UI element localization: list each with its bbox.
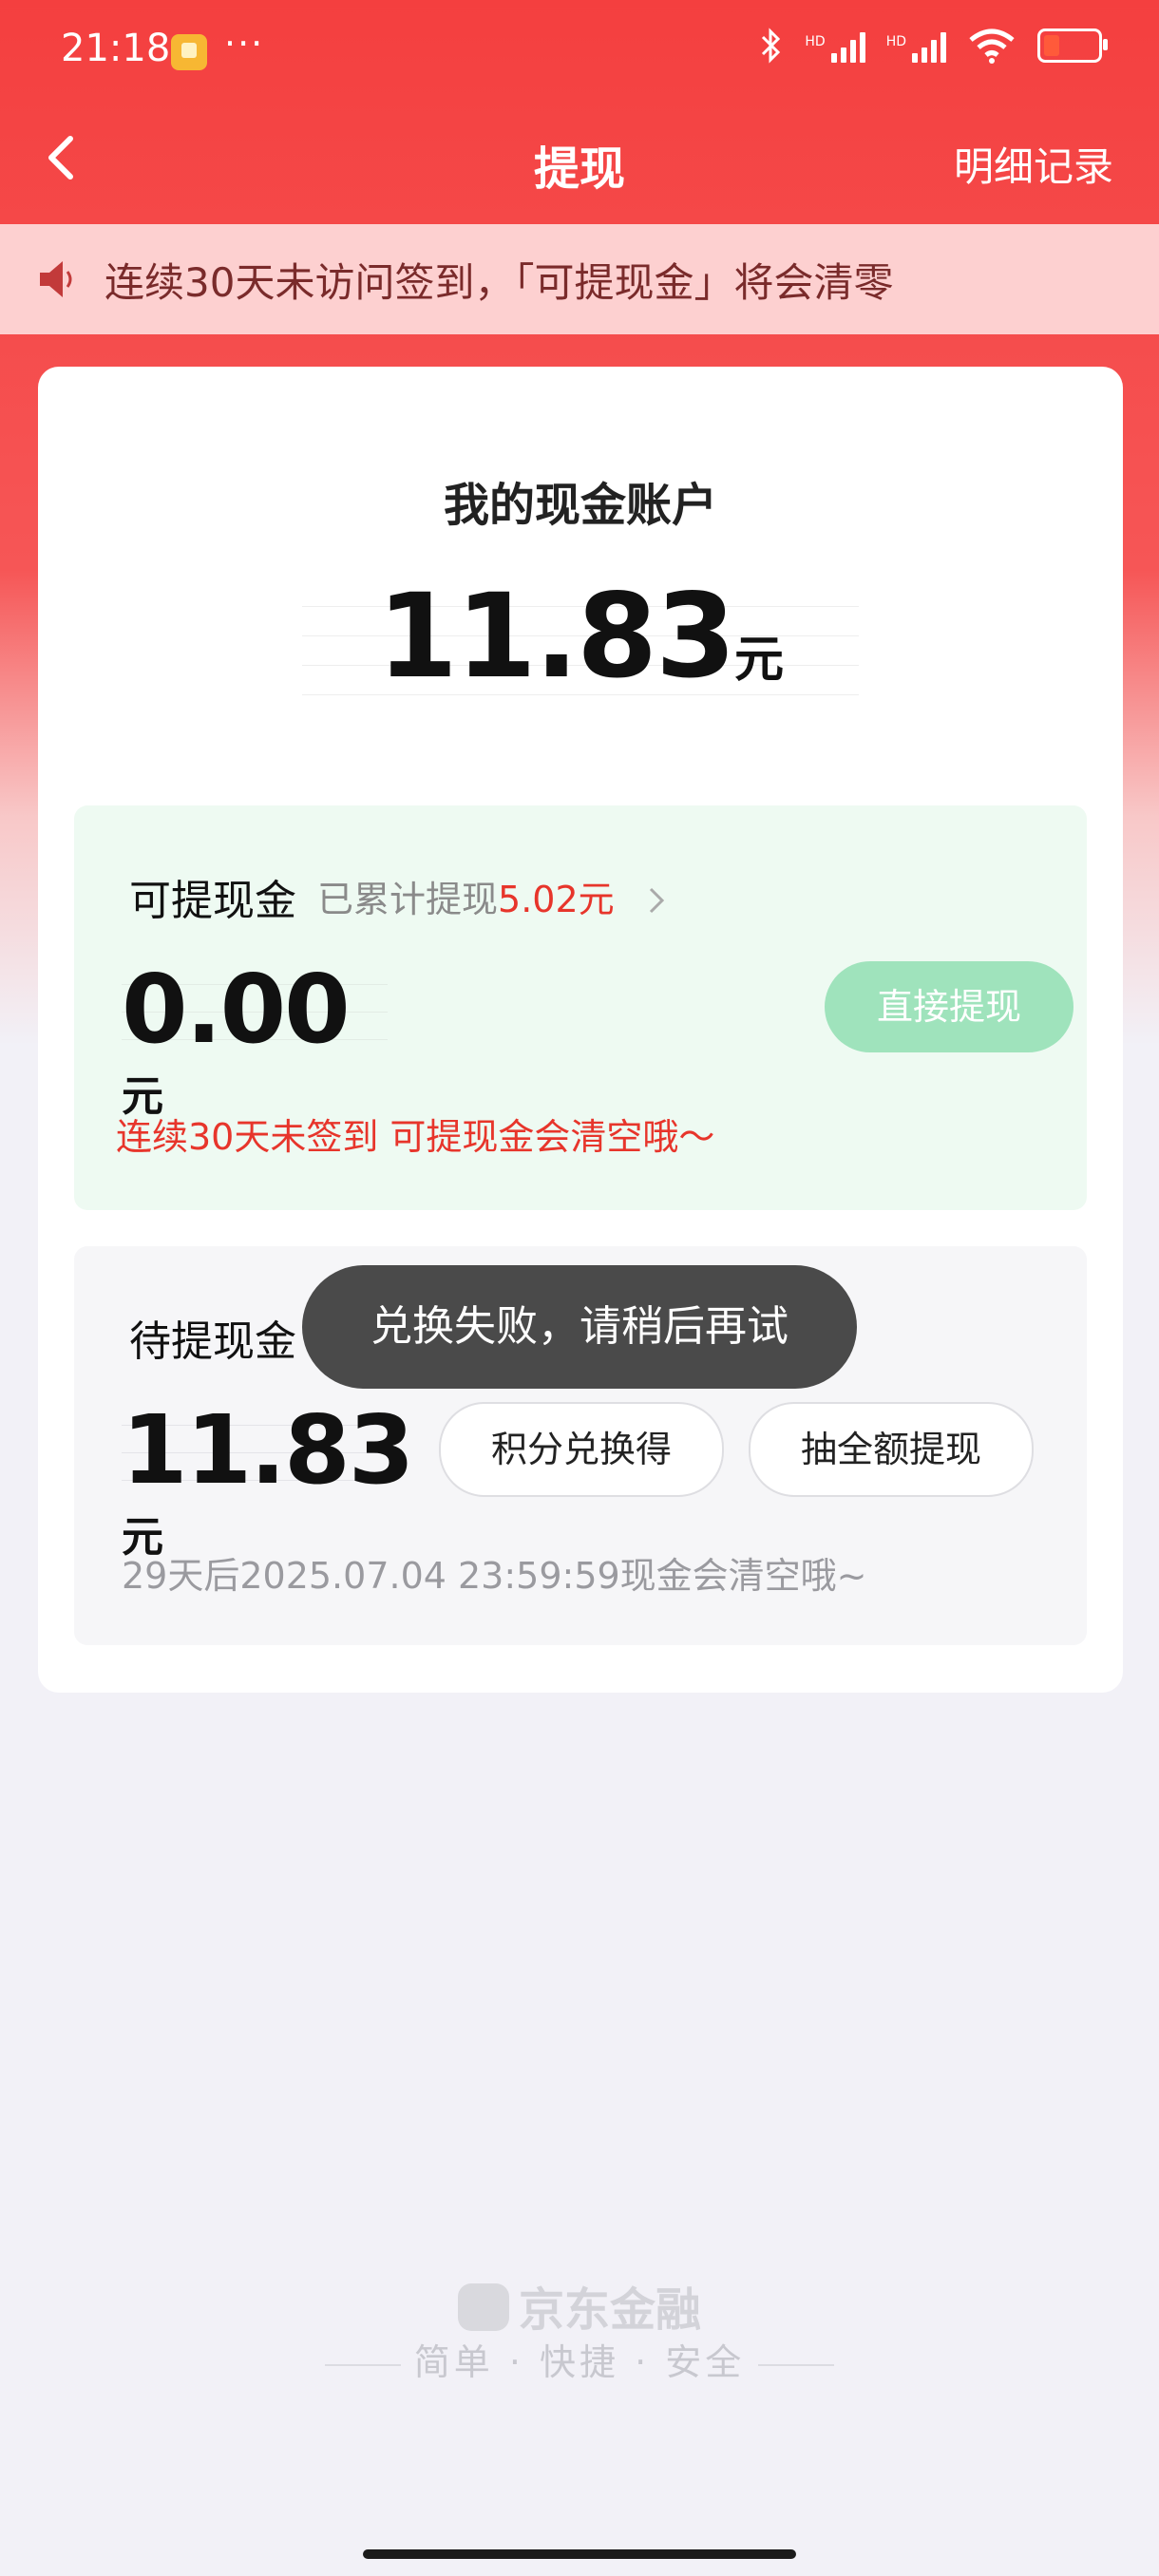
home-indicator[interactable] [363,2549,796,2559]
slogan-text: 简单 · 快捷 · 安全 [413,2341,746,2383]
notice-bar: 连续30天未访问签到，「可提现金」将会清零 [0,224,1159,334]
total-withdrawn-link[interactable]: 已累计提现5.02元 [317,870,615,922]
account-balance: 11.83元 [302,578,859,695]
detail-records-link[interactable]: 明细记录 [954,135,1113,193]
status-time: 21:18 [61,27,171,70]
slogan-divider-left [324,2363,401,2366]
hd-label-2: HD [885,34,906,49]
withdrawable-label: 可提现金 [129,877,296,925]
account-unit: 元 [733,632,784,689]
points-exchange-button[interactable]: 积分兑换得 [439,1402,724,1497]
pending-amount: 11.83 [122,1394,414,1506]
withdrawable-cash-box: 可提现金 已累计提现5.02元 0.00元 直接提现 连续30天未签到 可提现金… [74,805,1087,1210]
direct-withdraw-button[interactable]: 直接提现 [825,961,1074,1052]
signal-icon-2: HD [886,28,946,63]
lottery-full-withdraw-button[interactable]: 抽全额提现 [749,1402,1034,1497]
withdrawable-balance: 0.00元 [122,954,388,1121]
bluetooth-icon [762,28,781,64]
pending-balance: 11.83元 [122,1398,414,1562]
wifi-icon [969,28,1015,64]
slogan-divider-right [758,2363,835,2366]
footer-slogan: 简单 · 快捷 · 安全 [0,2333,1159,2385]
account-amount: 11.83 [377,569,736,704]
more-notifications-icon: ··· [224,23,265,65]
total-withdrawn-amount: 5.02元 [498,879,615,920]
cash-account-card: 我的现金账户 11.83元 可提现金 已累计提现5.02元 0.00元 直接提现… [38,367,1123,1693]
pending-expire-note: 29天后2025.07.04 23:59:59现金会清空哦~ [122,1555,867,1597]
battery-icon [1037,28,1108,63]
toast-message: 兑换失败，请稍后再试 [302,1265,857,1389]
total-withdrawn-prefix: 已累计提现 [317,879,499,920]
hd-label-1: HD [805,34,826,49]
status-icons: HD HD [759,27,1108,65]
account-title: 我的现金账户 [443,479,717,532]
chevron-right-icon[interactable] [646,881,669,919]
pending-label: 待提现金 [129,1317,296,1366]
notification-app-icon [171,34,207,70]
withdrawable-amount: 0.00 [122,954,351,1065]
footer-brand: 京东金融 [0,2272,1159,2339]
brand-name: 京东金融 [518,2283,701,2337]
jd-finance-logo-icon [457,2283,509,2331]
notice-text: 连续30天未访问签到，「可提现金」将会清零 [104,258,894,306]
speaker-icon [40,261,72,297]
withdrawable-warning: 连续30天未签到 可提现金会清空哦～ [116,1116,715,1158]
signal-icon-1: HD [805,28,865,63]
